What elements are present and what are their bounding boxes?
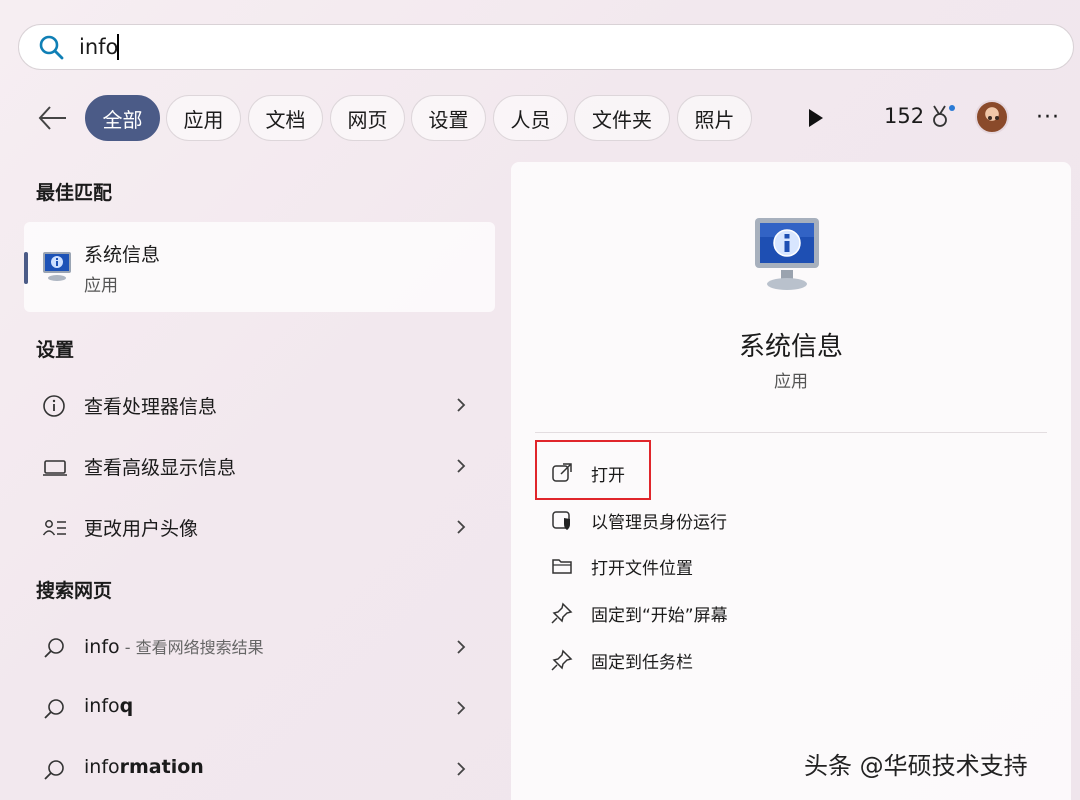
web-result-completion: q (119, 695, 134, 717)
filter-folders[interactable]: 文件夹 (574, 95, 670, 141)
rewards-points[interactable]: 152 (884, 103, 956, 129)
pin-icon (551, 649, 573, 671)
highlight-box (535, 440, 651, 500)
web-search-heading: 搜索网页 (36, 580, 113, 602)
settings-item-user-avatar[interactable]: 更改用户头像 (24, 500, 495, 556)
detail-app-type: 应用 (774, 372, 808, 392)
web-result-information[interactable]: information (24, 742, 495, 798)
web-result-hint: - 查看网络搜索结果 (119, 638, 264, 657)
action-label: 固定到任务栏 (591, 652, 693, 673)
settings-item-label: 更改用户头像 (84, 518, 199, 540)
user-list-icon (42, 520, 66, 536)
selection-indicator (24, 252, 28, 284)
system-info-large-icon (755, 218, 819, 290)
filter-people[interactable]: 人员 (493, 95, 568, 141)
search-input[interactable] (79, 35, 379, 59)
system-info-icon (43, 252, 71, 281)
avatar[interactable] (975, 100, 1009, 134)
web-result-label: information (84, 756, 204, 778)
chevron-right-icon (457, 398, 466, 412)
rewards-medal-icon (933, 105, 956, 127)
filter-apps[interactable]: 应用 (166, 95, 241, 141)
web-result-completion: rmation (119, 756, 204, 778)
points-value: 152 (884, 104, 925, 128)
search-icon (44, 760, 64, 780)
web-result-term: info (84, 636, 120, 658)
search-box[interactable] (18, 24, 1074, 70)
settings-item-label: 查看高级显示信息 (84, 457, 237, 479)
chevron-right-icon (457, 701, 466, 715)
filter-bar: 全部 应用 文档 网页 设置 人员 文件夹 照片 152 ··· (0, 95, 1080, 141)
filter-all[interactable]: 全部 (85, 95, 160, 141)
more-options-button[interactable]: ··· (1036, 105, 1060, 130)
settings-item-display-info[interactable]: 查看高级显示信息 (24, 439, 495, 495)
play-icon[interactable] (806, 107, 826, 129)
filter-photos[interactable]: 照片 (677, 95, 752, 141)
chevron-right-icon (457, 459, 466, 473)
web-result-info[interactable]: info - 查看网络搜索结果 (24, 620, 495, 676)
pin-to-taskbar-action[interactable]: 固定到任务栏 (551, 642, 693, 678)
search-icon (39, 35, 64, 60)
filter-documents[interactable]: 文档 (248, 95, 323, 141)
chevron-right-icon (457, 640, 466, 654)
search-icon (44, 638, 64, 658)
text-caret (117, 34, 119, 60)
action-label: 打开文件位置 (591, 558, 693, 579)
web-result-infoq[interactable]: infoq (24, 681, 495, 737)
settings-heading: 设置 (36, 339, 75, 361)
chevron-right-icon (457, 520, 466, 534)
watermark: 头条 @华硕技术支持 (804, 752, 1028, 780)
pin-icon (551, 602, 573, 624)
web-result-label: info - 查看网络搜索结果 (84, 634, 264, 658)
settings-item-processor-info[interactable]: 查看处理器信息 (24, 378, 495, 434)
detail-app-name: 系统信息 (738, 332, 843, 362)
action-label: 固定到“开始”屏幕 (591, 605, 728, 626)
best-match-heading: 最佳匹配 (36, 182, 113, 204)
filter-web[interactable]: 网页 (330, 95, 405, 141)
divider (535, 432, 1047, 433)
search-icon (44, 699, 64, 719)
web-result-label: infoq (84, 695, 133, 717)
chevron-right-icon (457, 762, 466, 776)
web-result-typed: info (84, 756, 120, 778)
web-result-typed: info (84, 695, 120, 717)
best-match-name: 系统信息 (84, 244, 161, 266)
back-arrow-icon[interactable] (36, 103, 70, 133)
settings-item-label: 查看处理器信息 (84, 396, 218, 418)
open-file-location-action[interactable]: 打开文件位置 (551, 548, 693, 584)
run-as-admin-action[interactable]: 以管理员身份运行 (551, 502, 727, 538)
info-icon (43, 395, 65, 417)
shield-window-icon (552, 511, 570, 530)
best-match-card[interactable]: 系统信息 应用 (24, 222, 495, 312)
filter-settings[interactable]: 设置 (411, 95, 486, 141)
pin-to-start-action[interactable]: 固定到“开始”屏幕 (551, 595, 728, 631)
laptop-icon (43, 460, 67, 476)
best-match-type: 应用 (84, 276, 118, 296)
folder-icon (552, 559, 572, 574)
action-label: 以管理员身份运行 (591, 512, 727, 533)
